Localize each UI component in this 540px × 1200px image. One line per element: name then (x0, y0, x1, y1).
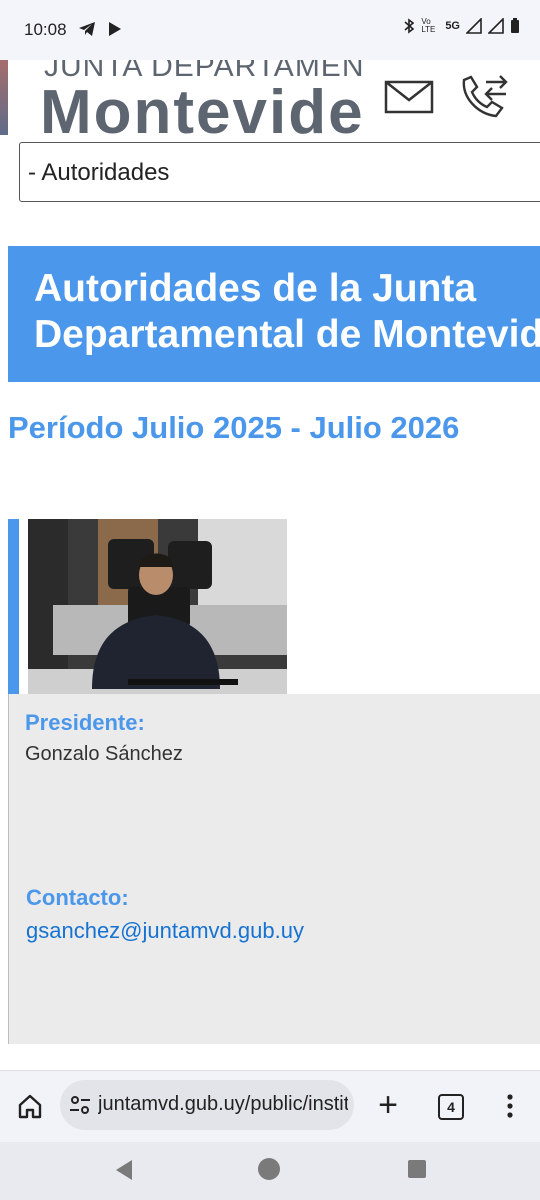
page-title: Autoridades de la Junta Departamental de… (34, 266, 540, 358)
phone-transfer-icon[interactable] (456, 70, 510, 124)
mail-icon[interactable] (384, 72, 434, 122)
tab-switcher-button[interactable]: 4 (438, 1094, 464, 1120)
period-heading: Período Julio 2025 - Julio 2026 (8, 410, 460, 445)
contact-label: Contacto: (26, 885, 129, 910)
telegram-icon (79, 21, 95, 36)
more-menu-icon[interactable] (500, 1090, 520, 1122)
status-time: 10:08 (24, 20, 67, 39)
new-tab-icon[interactable]: + (372, 1086, 404, 1124)
person-name: Gonzalo Sánchez (25, 743, 183, 765)
page-title-line2: Departamental de Montevideo (34, 313, 540, 356)
address-bar-url: juntamvd.gub.uy/public/institucional (98, 1093, 348, 1115)
section-select[interactable]: - Autoridades (19, 142, 540, 202)
site-settings-icon[interactable] (68, 1093, 92, 1117)
play-icon (109, 21, 122, 36)
role-label: Presidente: (25, 710, 145, 735)
president-photo (28, 519, 287, 694)
logo-strip-image (0, 60, 8, 135)
recents-icon[interactable] (408, 1160, 426, 1178)
email-link[interactable]: gsanchez@juntamvd.gub.uy (26, 918, 304, 944)
section-select-value: - Autoridades (28, 159, 170, 186)
5g-signal-icon (466, 18, 482, 34)
logo-line2: Montevideo (40, 78, 405, 136)
network-type-label: 5G (445, 20, 460, 32)
home-icon[interactable] (14, 1090, 46, 1122)
signal-icon (488, 18, 504, 34)
volte-icon: Vo LTE (421, 17, 436, 34)
status-left-icons (78, 20, 122, 38)
back-icon[interactable] (112, 1158, 136, 1182)
battery-icon (511, 18, 519, 33)
card-accent-bar (8, 519, 19, 694)
status-right-icons: Vo LTE 5G (403, 18, 520, 34)
bluetooth-icon (404, 18, 415, 34)
nav-home-icon[interactable] (258, 1158, 280, 1180)
status-bar: 10:08 Vo LTE 5G (0, 0, 540, 60)
page-title-banner: Autoridades de la Junta Departamental de… (8, 246, 540, 382)
page-title-line1: Autoridades de la Junta (34, 267, 477, 310)
